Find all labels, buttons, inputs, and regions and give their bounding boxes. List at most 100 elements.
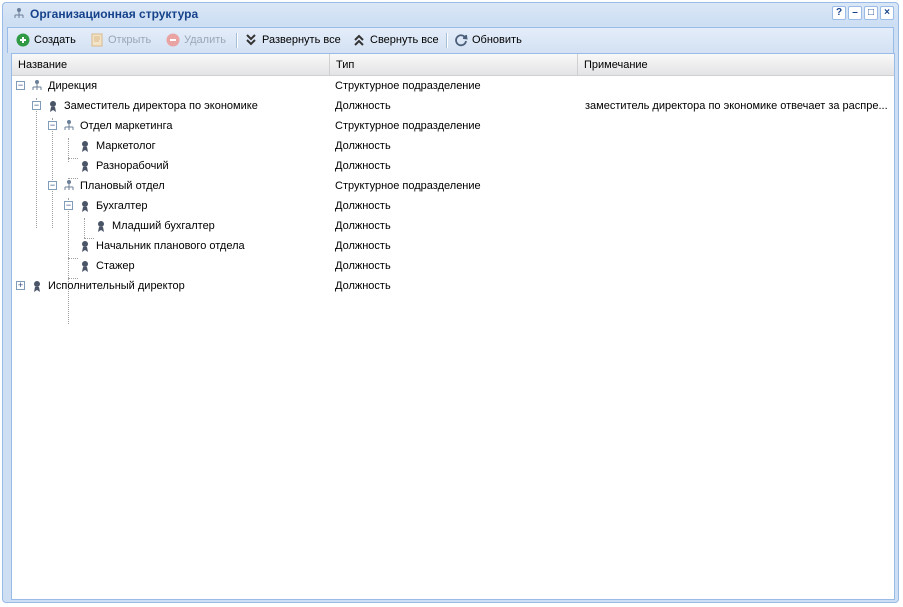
delete-label: Удалить [184, 34, 226, 46]
node-label: Исполнительный директор [48, 280, 185, 292]
department-icon [64, 120, 74, 130]
node-label: Младший бухгалтер [112, 220, 215, 232]
type-cell: Структурное подразделение [335, 120, 481, 132]
add-icon [16, 33, 30, 47]
window-titlebar: Организационная структура ? – □ × [3, 3, 898, 25]
note-cell [585, 76, 893, 96]
type-cell: Должность [335, 160, 391, 172]
table-row[interactable]: − Отдел маркетинга Структурное подраздел… [12, 116, 894, 136]
position-icon [82, 161, 88, 172]
type-cell: Должность [335, 240, 391, 252]
department-icon [64, 180, 74, 190]
org-tree-grid: Название Тип Примечание − Дирекция Струк… [11, 53, 895, 600]
position-icon [82, 141, 88, 152]
type-cell: Должность [335, 220, 391, 232]
refresh-button[interactable]: Обновить [454, 32, 522, 48]
type-cell: Структурное подразделение [335, 180, 481, 192]
table-row[interactable]: − Дирекция Структурное подразделение [12, 76, 894, 96]
name-cell: Стажер [12, 256, 330, 276]
node-label: Дирекция [48, 80, 98, 92]
node-label: Разнорабочий [96, 160, 169, 172]
name-cell: Маркетолог [12, 136, 330, 156]
maximize-button[interactable]: □ [864, 6, 878, 20]
note-cell: заместитель директора по экономике отвеч… [585, 100, 888, 112]
position-icon [50, 101, 56, 112]
node-label: Маркетолог [96, 140, 156, 152]
grid-body: − Дирекция Структурное подразделение − З… [12, 76, 894, 324]
name-cell: Младший бухгалтер [12, 216, 330, 236]
table-row[interactable]: − Бухгалтер Должность [12, 196, 894, 216]
table-row[interactable]: Младший бухгалтер Должность [12, 216, 894, 236]
table-row[interactable]: Стажер Должность [12, 256, 894, 276]
note-cell [585, 136, 893, 156]
close-button[interactable]: × [880, 6, 894, 20]
table-row[interactable]: − Заместитель директора по экономике Дол… [12, 96, 894, 116]
open-button[interactable]: Открыть [90, 32, 151, 48]
node-label: Отдел маркетинга [80, 120, 173, 132]
node-label: Начальник планового отдела [96, 240, 245, 252]
delete-button[interactable]: Удалить [166, 32, 226, 48]
name-cell: − Заместитель директора по экономике [12, 96, 330, 116]
minimize-button[interactable]: – [848, 6, 862, 20]
column-header-type[interactable]: Тип [330, 54, 578, 75]
expand-toggle[interactable]: + [16, 281, 25, 290]
table-row[interactable]: Начальник планового отдела Должность [12, 236, 894, 256]
table-row[interactable]: − Плановый отдел Структурное подразделен… [12, 176, 894, 196]
collapse-all-icon [354, 34, 364, 46]
note-cell [585, 256, 893, 276]
expand-all-button[interactable]: Развернуть все [244, 32, 341, 48]
toolbar: Создать Открыть Удалить Развернуть все С… [7, 27, 894, 53]
type-cell: Должность [335, 280, 391, 292]
collapse-all-button[interactable]: Свернуть все [352, 32, 439, 48]
open-document-icon [91, 33, 103, 47]
create-button[interactable]: Создать [16, 32, 76, 48]
note-cell [585, 116, 893, 136]
collapse-toggle[interactable]: − [48, 121, 57, 130]
type-cell: Должность [335, 200, 391, 212]
create-label: Создать [34, 34, 76, 46]
name-cell: − Плановый отдел [12, 176, 330, 196]
type-cell: Должность [335, 100, 391, 112]
type-cell: Должность [335, 260, 391, 272]
note-cell [585, 236, 893, 256]
position-icon [82, 201, 88, 212]
note-cell [585, 216, 893, 236]
column-header-note[interactable]: Примечание [578, 54, 894, 75]
expand-all-label: Развернуть все [262, 34, 341, 46]
position-icon [82, 241, 88, 252]
note-cell [585, 196, 893, 216]
toolbar-separator [236, 33, 238, 48]
name-cell: Разнорабочий [12, 156, 330, 176]
delete-icon [166, 33, 180, 47]
node-label: Заместитель директора по экономике [64, 100, 258, 112]
node-label: Бухгалтер [96, 200, 148, 212]
name-cell: Начальник планового отдела [12, 236, 330, 256]
note-cell [585, 156, 893, 176]
refresh-label: Обновить [472, 34, 522, 46]
position-icon [98, 221, 104, 232]
name-cell: − Дирекция [12, 76, 330, 96]
note-cell [585, 276, 893, 296]
position-icon [82, 261, 88, 272]
type-cell: Структурное подразделение [335, 80, 481, 92]
table-row[interactable]: + Исполнительный директор Должность [12, 276, 894, 296]
expand-all-icon [246, 34, 256, 46]
department-icon [32, 80, 42, 90]
toolbar-separator [446, 33, 448, 48]
type-cell: Должность [335, 140, 391, 152]
table-row[interactable]: Разнорабочий Должность [12, 156, 894, 176]
name-cell: − Отдел маркетинга [12, 116, 330, 136]
table-row[interactable]: Маркетолог Должность [12, 136, 894, 156]
collapse-toggle[interactable]: − [16, 81, 25, 90]
name-cell: − Бухгалтер [12, 196, 330, 216]
column-header-name[interactable]: Название [12, 54, 330, 75]
note-cell [585, 176, 893, 196]
org-structure-window: Организационная структура ? – □ × Создат… [2, 2, 899, 603]
collapse-all-label: Свернуть все [370, 34, 439, 46]
open-label: Открыть [108, 34, 152, 46]
collapse-toggle[interactable]: − [32, 101, 41, 110]
org-structure-icon [14, 8, 24, 18]
collapse-toggle[interactable]: − [48, 181, 57, 190]
collapse-toggle[interactable]: − [64, 201, 73, 210]
help-button[interactable]: ? [832, 6, 846, 20]
